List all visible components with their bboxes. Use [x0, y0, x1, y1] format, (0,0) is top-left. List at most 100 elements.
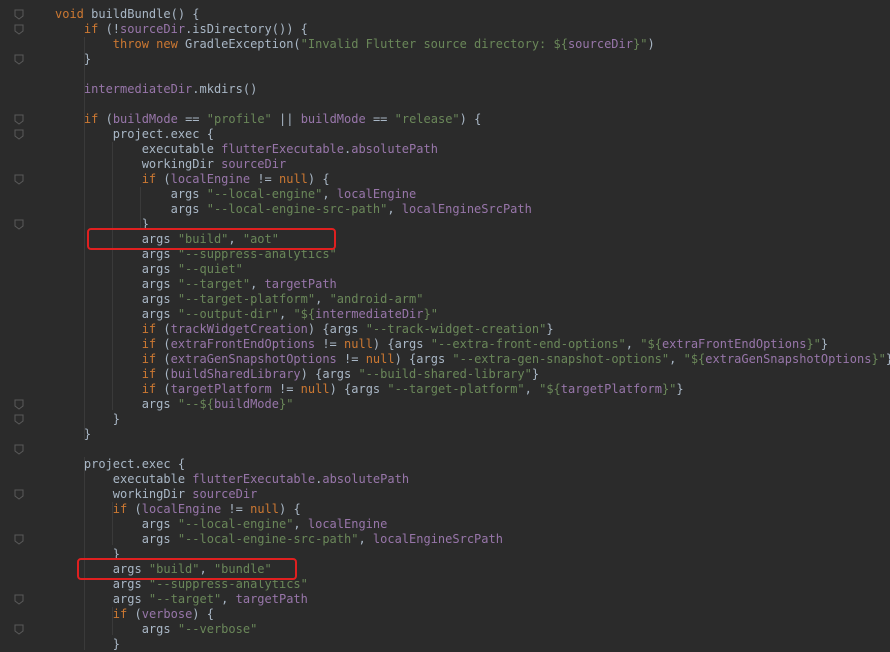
- code-token-plain: ,: [250, 277, 265, 291]
- code-token-plain: ,: [293, 517, 308, 531]
- code-line[interactable]: }: [55, 52, 91, 67]
- code-token-str: "--local-engine": [206, 187, 323, 201]
- code-line[interactable]: }: [55, 427, 91, 442]
- code-token-plain: !=: [228, 502, 251, 516]
- code-line[interactable]: if (!sourceDir.isDirectory()) {: [55, 22, 308, 37]
- code-token-fld: intermediateDir: [315, 307, 424, 321]
- code-token-fld: targetPath: [235, 592, 308, 606]
- code-token-kw: if: [55, 172, 164, 186]
- code-area[interactable]: void buildBundle() { if (!sourceDir.isDi…: [0, 0, 890, 652]
- code-line[interactable]: }: [55, 412, 120, 427]
- code-token-plain: ||: [279, 112, 301, 126]
- code-line[interactable]: args "--quiet": [55, 262, 243, 277]
- code-token-plain: (!: [105, 22, 121, 36]
- code-line[interactable]: if (extraFrontEndOptions != null) {args …: [55, 337, 828, 352]
- code-token-plain: ): [647, 37, 655, 51]
- code-token-plain: (: [163, 337, 171, 351]
- code-token-plain: args: [55, 592, 149, 606]
- code-line[interactable]: args "--${buildMode}": [55, 397, 294, 412]
- annotation-highlight-box: [77, 558, 297, 580]
- code-line[interactable]: args "--verbose": [55, 622, 258, 637]
- code-token-plain: }: [546, 322, 554, 336]
- code-token-plain: ) {args: [329, 382, 388, 396]
- code-line[interactable]: executable flutterExecutable.absolutePat…: [55, 142, 438, 157]
- code-token-plain: ) {args: [394, 352, 453, 366]
- code-token-fld: flutterExecutable: [192, 472, 316, 486]
- code-token-plain: (: [134, 607, 142, 621]
- code-token-plain: ,: [387, 202, 402, 216]
- code-token-fld: buildMode: [300, 112, 373, 126]
- code-token-kw: null: [300, 382, 330, 396]
- code-token-kw: null: [279, 172, 308, 186]
- code-line[interactable]: }: [55, 637, 120, 652]
- code-token-fld: buildMode: [213, 397, 279, 411]
- code-token-str: "--${: [177, 397, 214, 411]
- code-token-plain: }: [676, 382, 684, 396]
- code-token-plain: }: [55, 412, 121, 426]
- code-token-plain: }: [55, 637, 121, 651]
- code-line[interactable]: project.exec {: [55, 457, 185, 472]
- code-line[interactable]: args "--local-engine-src-path", localEng…: [55, 202, 532, 217]
- code-token-plain: project.exec {: [55, 127, 214, 141]
- code-token-fld: extraGenSnapshotOptions: [170, 352, 344, 366]
- code-token-plain: ) {: [459, 112, 482, 126]
- code-token-plain: ) {args: [300, 367, 359, 381]
- code-line[interactable]: args "--target-platform", "android-arm": [55, 292, 424, 307]
- code-line[interactable]: workingDir sourceDir: [55, 487, 258, 502]
- code-token-kw: null: [344, 337, 373, 351]
- code-line[interactable]: if (buildMode == "profile" || buildMode …: [55, 112, 481, 127]
- code-token-str: "--target": [177, 277, 251, 291]
- code-line[interactable]: args "--local-engine", localEngine: [55, 187, 417, 202]
- code-line[interactable]: if (buildSharedLibrary) {args "--build-s…: [55, 367, 539, 382]
- code-line[interactable]: intermediateDir.mkdirs(): [55, 82, 257, 97]
- code-token-str: }": [871, 352, 886, 366]
- code-token-plain: ,: [278, 307, 294, 321]
- code-token-str: "${: [539, 382, 561, 396]
- code-line[interactable]: args "--local-engine", localEngine: [55, 517, 388, 532]
- code-token-str: "profile": [206, 112, 279, 126]
- code-line[interactable]: args "--local-engine-src-path", localEng…: [55, 532, 503, 547]
- code-line[interactable]: void buildBundle() {: [55, 7, 200, 22]
- code-token-str: "${: [293, 307, 316, 321]
- code-line[interactable]: if (targetPlatform != null) {args "--tar…: [55, 382, 684, 397]
- code-token-str: }": [661, 382, 677, 396]
- code-token-str: }": [423, 307, 438, 321]
- code-line[interactable]: project.exec {: [55, 127, 214, 142]
- code-line[interactable]: if (localEngine != null) {: [55, 172, 330, 187]
- code-line[interactable]: if (trackWidgetCreation) {args "--track-…: [55, 322, 554, 337]
- code-token-kw: if: [55, 337, 164, 351]
- code-token-plain: args: [55, 277, 178, 291]
- code-token-plain: }: [531, 367, 540, 381]
- code-token-fld: extraFrontEndOptions: [170, 337, 323, 351]
- code-line[interactable]: workingDir sourceDir: [55, 157, 287, 172]
- code-line[interactable]: throw new GradleException("Invalid Flutt…: [55, 37, 655, 52]
- code-line[interactable]: args "--target", targetPath: [55, 277, 337, 292]
- code-editor[interactable]: void buildBundle() { if (!sourceDir.isDi…: [0, 0, 890, 652]
- code-line[interactable]: args "--output-dir", "${intermediateDir}…: [55, 307, 438, 322]
- code-token-fld: localEngine: [170, 172, 258, 186]
- code-line[interactable]: args "--target", targetPath: [55, 592, 308, 607]
- code-line[interactable]: executable flutterExecutable.absolutePat…: [55, 472, 409, 487]
- code-token-str: "--output-dir": [177, 307, 279, 321]
- code-token-plain: buildBundle() {: [91, 7, 200, 21]
- code-token-plain: .mkdirs(): [192, 82, 258, 96]
- code-token-kw: void: [55, 7, 92, 21]
- code-token-fld: targetPath: [264, 277, 337, 291]
- code-line[interactable]: if (localEngine != null) {: [55, 502, 301, 517]
- code-token-fld: localEngineSrcPath: [401, 202, 532, 216]
- code-token-plain: ,: [221, 592, 236, 606]
- code-token-str: "--local-engine-src-path": [206, 202, 388, 216]
- code-token-str: "--verbose": [177, 622, 258, 636]
- code-token-plain: !=: [322, 337, 345, 351]
- code-token-str: "--quiet": [177, 262, 243, 276]
- code-token-fld: absolutePath: [322, 472, 410, 486]
- code-token-plain: ) {args: [307, 322, 366, 336]
- code-token-plain: ) {: [307, 172, 330, 186]
- code-token-str: "--local-engine": [177, 517, 294, 531]
- code-line[interactable]: if (extraGenSnapshotOptions != null) {ar…: [55, 352, 890, 367]
- code-token-kw: if: [55, 352, 164, 366]
- code-token-plain: ==: [372, 112, 395, 126]
- code-line[interactable]: if (verbose) {: [55, 607, 214, 622]
- code-token-str: "--extra-front-end-options": [430, 337, 626, 351]
- code-token-fld: sourceDir: [221, 157, 287, 171]
